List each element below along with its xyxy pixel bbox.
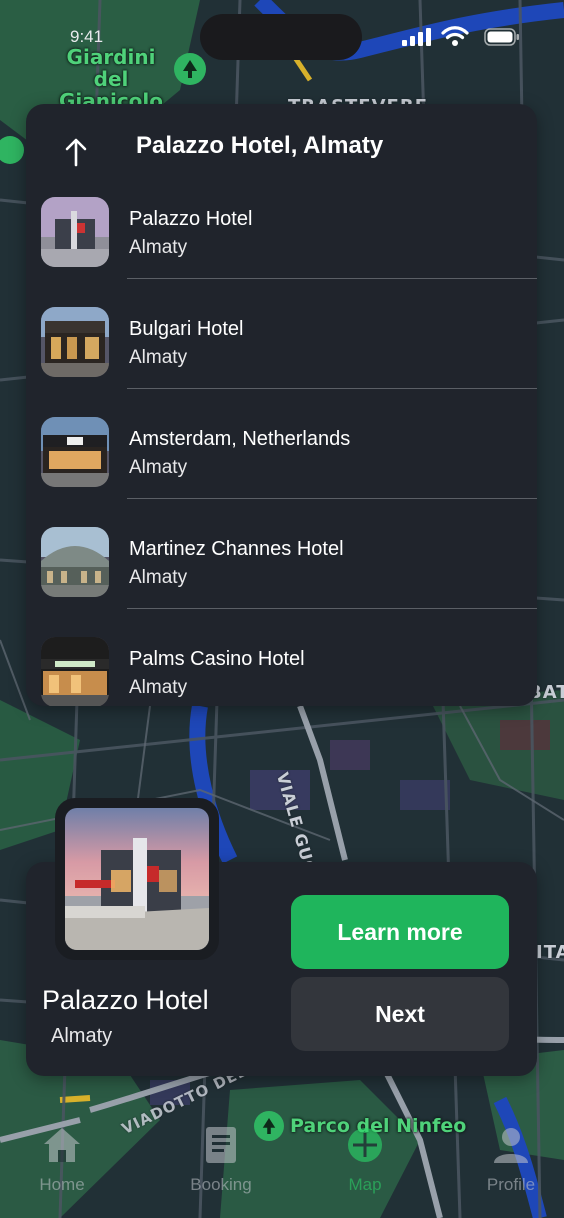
result-name: Amsterdam, Netherlands	[129, 428, 351, 450]
result-item-palms-casino[interactable]: Palms Casino Hotel Almaty	[26, 634, 537, 706]
list-divider	[127, 278, 537, 279]
tab-home[interactable]: Home	[12, 1123, 112, 1203]
result-city: Almaty	[129, 677, 188, 698]
result-city: Almaty	[129, 237, 188, 258]
battery-icon	[484, 28, 519, 46]
next-button[interactable]: Next	[291, 977, 509, 1051]
search-results-panel: Palazzo Hotel, Almaty Palazzo Hotel Alma…	[26, 104, 537, 706]
result-name: Palazzo Hotel	[129, 208, 253, 230]
result-item-bulgari-hotel[interactable]: Bulgari Hotel Almaty	[26, 304, 537, 414]
back-button[interactable]	[56, 132, 96, 172]
result-name: Bulgari Hotel	[129, 318, 244, 340]
result-name: Martinez Channes Hotel	[129, 538, 344, 560]
hotel-photo-frame	[55, 798, 219, 960]
tab-map-label: Map	[348, 1175, 382, 1194]
cellular-signal-icon	[402, 28, 431, 46]
tab-map[interactable]: Map	[315, 1123, 415, 1203]
result-city: Almaty	[129, 567, 188, 588]
search-header: Palazzo Hotel, Almaty	[26, 104, 537, 190]
tab-profile[interactable]: Profile	[461, 1123, 561, 1203]
wifi-icon	[441, 26, 469, 46]
hotel-photo	[65, 808, 209, 950]
list-divider	[127, 498, 537, 499]
learn-more-button[interactable]: Learn more	[291, 895, 509, 969]
hotel-thumbnail	[41, 637, 109, 706]
list-divider	[127, 608, 537, 609]
result-name: Palms Casino Hotel	[129, 648, 305, 670]
dynamic-island	[200, 14, 362, 60]
tab-booking-label: Booking	[190, 1175, 252, 1194]
map-label-ita: ITA	[536, 942, 564, 963]
arrow-up-icon	[65, 138, 87, 167]
search-results-list: Palazzo Hotel Almaty Bulgari Hotel Almat…	[26, 194, 537, 706]
tab-profile-label: Profile	[486, 1175, 536, 1194]
map-icon	[343, 1123, 387, 1167]
tab-home-label: Home	[39, 1175, 85, 1194]
home-icon	[40, 1123, 84, 1167]
result-item-palazzo-hotel[interactable]: Palazzo Hotel Almaty	[26, 194, 537, 304]
tab-booking[interactable]: Booking	[171, 1123, 271, 1203]
bottom-tab-bar: Home Booking Map Profile	[0, 1115, 564, 1218]
selected-hotel-name: Palazzo Hotel	[42, 985, 209, 1015]
result-city: Almaty	[129, 347, 188, 368]
hotel-thumbnail	[41, 417, 109, 487]
status-bar: 9:41	[0, 0, 564, 60]
hotel-thumbnail	[41, 307, 109, 377]
result-item-martinez-channes[interactable]: Martinez Channes Hotel Almaty	[26, 524, 537, 634]
selected-hotel-city: Almaty	[51, 1025, 113, 1047]
booking-icon	[199, 1123, 243, 1167]
hotel-thumbnail	[41, 527, 109, 597]
profile-icon	[489, 1123, 533, 1167]
hotel-thumbnail	[41, 197, 109, 267]
list-divider	[127, 388, 537, 389]
status-time: 9:41	[70, 27, 104, 46]
result-item-amsterdam[interactable]: Amsterdam, Netherlands Almaty	[26, 414, 537, 524]
result-city: Almaty	[129, 457, 188, 478]
search-query-title: Palazzo Hotel, Almaty	[136, 132, 384, 159]
